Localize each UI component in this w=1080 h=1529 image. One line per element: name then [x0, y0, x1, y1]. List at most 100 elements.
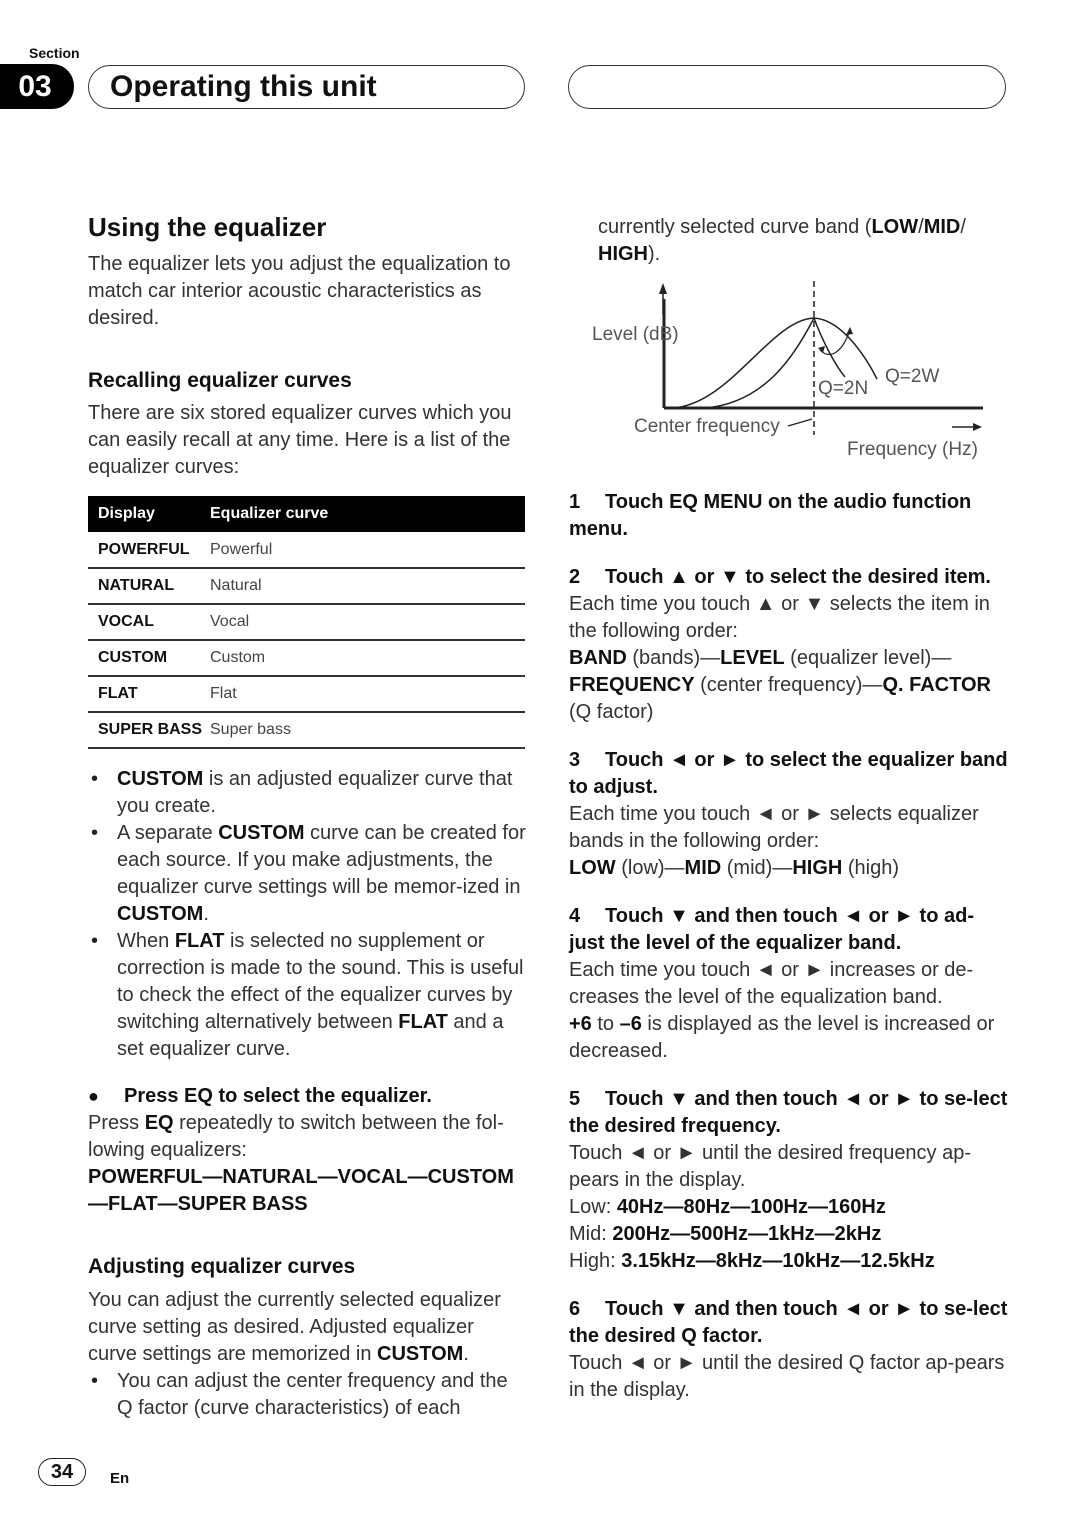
- page-number: 34: [38, 1458, 86, 1486]
- bold-term: CUSTOM: [117, 768, 204, 790]
- step-4: 4 Touch ▼ and then touch ◄ or ► to ad-jus…: [569, 903, 1009, 1065]
- bold-term: LOW: [871, 216, 919, 238]
- step-5: 5 Touch ▼ and then touch ◄ or ► to se-lec…: [569, 1086, 1009, 1275]
- bold-term: CUSTOM: [117, 903, 204, 925]
- bold-term: LEVEL: [720, 647, 785, 669]
- custom-notes-list: CUSTOM is an adjusted equalizer curve th…: [88, 766, 528, 1063]
- cell-curve: Flat: [210, 676, 525, 713]
- freq-label: Low:: [569, 1196, 617, 1218]
- step-number: 2: [569, 566, 581, 588]
- bold-term: EQ: [144, 1112, 174, 1134]
- step-title-text: Touch ▼ and then touch ◄ or ► to se-lect…: [569, 1088, 1008, 1137]
- cell-display: VOCAL: [88, 604, 210, 641]
- text: (mid)—: [721, 857, 793, 879]
- bold-term: HIGH: [792, 857, 843, 879]
- text: (Q factor): [569, 701, 654, 723]
- column-header-curve: Equalizer curve: [210, 496, 525, 532]
- text: to: [591, 1013, 620, 1035]
- page-title: Operating this unit: [110, 70, 377, 103]
- band-order: LOW (low)—MID (mid)—HIGH (high): [569, 855, 1009, 882]
- bold-term: CUSTOM: [377, 1343, 464, 1365]
- round-bullet-icon: ●: [88, 1086, 99, 1106]
- step-title: 3 Touch ◄ or ► to select the equalizer ba…: [569, 747, 1009, 801]
- bold-term: +6: [569, 1013, 592, 1035]
- bold-term: –6: [619, 1013, 642, 1035]
- item-order: BAND (bands)—LEVEL (equalizer level)— FRE…: [569, 645, 1009, 726]
- section-label: Section: [29, 45, 80, 61]
- text: currently selected curve band (: [598, 216, 872, 238]
- q-arrowhead-up-icon: [846, 327, 853, 335]
- equalizer-curve-table: Display Equalizer curve POWERFUL Powerful…: [88, 496, 525, 749]
- step-number: 4: [569, 905, 581, 927]
- bold-term: LOW: [569, 857, 616, 879]
- freq-label: Mid:: [569, 1223, 613, 1245]
- table-row: CUSTOM Custom: [88, 640, 525, 677]
- cell-display: SUPER BASS: [88, 712, 210, 749]
- freq-list-high: High: 3.15kHz—8kHz—10kHz—12.5kHz: [569, 1248, 1009, 1275]
- step-body: Each time you touch ◄ or ► increases or …: [569, 959, 974, 1008]
- table-row: SUPER BASS Super bass: [88, 712, 525, 749]
- frequency-axis-label: Frequency (Hz): [847, 439, 978, 460]
- freq-list-mid: Mid: 200Hz—500Hz—1kHz—2kHz: [569, 1221, 1009, 1248]
- freq-list-low: Low: 40Hz—80Hz—100Hz—160Hz: [569, 1194, 1009, 1221]
- bold-term: FREQUENCY: [569, 674, 695, 696]
- adjust-paragraph: You can adjust the currently selected eq…: [88, 1287, 528, 1368]
- text: (center frequency)—: [694, 674, 883, 696]
- cell-display: NATURAL: [88, 568, 210, 605]
- bold-term: CUSTOM: [218, 822, 305, 844]
- bold-term: MID: [684, 857, 722, 879]
- step-6: 6 Touch ▼ and then touch ◄ or ► to se-lec…: [569, 1296, 1009, 1404]
- cell-curve: Vocal: [210, 604, 525, 641]
- step-title-text: Touch EQ MENU on the audio function menu…: [569, 491, 972, 540]
- equalizer-sequence-line-2: —FLAT—SUPER BASS: [88, 1193, 308, 1215]
- cell-curve: Super bass: [210, 712, 525, 749]
- text: (bands)—: [626, 647, 721, 669]
- press-eq-title-text: Press EQ to select the equalizer.: [124, 1085, 432, 1107]
- q-wide-label: Q=2W: [885, 366, 939, 387]
- table-row: VOCAL Vocal: [88, 604, 525, 641]
- column-header-display: Display: [88, 496, 210, 532]
- text: .: [203, 903, 209, 925]
- equalizer-sequence-line-1: POWERFUL—NATURAL—VOCAL—CUSTOM: [88, 1166, 514, 1188]
- adjust-notes-list: You can adjust the center frequency and …: [88, 1368, 528, 1422]
- cell-display: CUSTOM: [88, 640, 210, 677]
- step-2: 2 Touch ▲ or ▼ to select the desired item…: [569, 564, 1009, 726]
- text: A separate: [117, 822, 219, 844]
- step-number: 5: [569, 1088, 581, 1110]
- language-code: En: [110, 1470, 130, 1487]
- list-item: When FLAT is selected no supplement or c…: [88, 928, 528, 1063]
- freq-values: 3.15kHz—8kHz—10kHz—12.5kHz: [621, 1250, 935, 1272]
- text: (low)—: [615, 857, 685, 879]
- step-1: 1 Touch EQ MENU on the audio function men…: [569, 489, 1009, 543]
- cell-curve: Custom: [210, 640, 525, 677]
- level-axis-label: Level (dB): [592, 324, 679, 345]
- step-number: 3: [569, 749, 581, 771]
- bold-term: BAND: [569, 647, 627, 669]
- table-header-row: Display Equalizer curve: [88, 496, 525, 532]
- step-3: 3 Touch ◄ or ► to select the equalizer ba…: [569, 747, 1009, 882]
- table-row: NATURAL Natural: [88, 568, 525, 605]
- recall-paragraph: There are six stored equalizer curves wh…: [88, 402, 512, 478]
- freq-values: 200Hz—500Hz—1kHz—2kHz: [612, 1223, 882, 1245]
- text: Press: [88, 1112, 145, 1134]
- q-narrow-label: Q=2N: [818, 378, 868, 399]
- step-number: 1: [569, 491, 581, 513]
- frequency-arrowhead-icon: [973, 423, 982, 431]
- press-eq-block: ● Press EQ to select the equalizer. Press…: [88, 1083, 528, 1218]
- empty-title-frame: [568, 65, 1006, 109]
- equalizer-q-diagram: Level (dB) Q=2N Q=2W Center frequency Fr…: [592, 281, 983, 460]
- step-title: 2 Touch ▲ or ▼ to select the desired item…: [569, 564, 1009, 591]
- text: /: [960, 216, 966, 238]
- freq-values: 40Hz—80Hz—100Hz—160Hz: [616, 1196, 886, 1218]
- step-body: Each time you touch ▲ or ▼ selects the i…: [569, 593, 990, 642]
- list-item: A separate CUSTOM curve can be created f…: [88, 820, 528, 928]
- freq-label: High:: [569, 1250, 622, 1272]
- step-body: Each time you touch ◄ or ► selects equal…: [569, 803, 979, 852]
- level-range: +6 to –6 is displayed as the level is in…: [569, 1011, 1009, 1065]
- text: When: [117, 930, 175, 952]
- heading-recalling-curves: Recalling equalizer curves: [88, 369, 352, 392]
- step-body: Touch ◄ or ► until the desired frequency…: [569, 1142, 972, 1191]
- bold-term: HIGH: [598, 243, 648, 265]
- step-title-text: Touch ▲ or ▼ to select the desired item.: [605, 566, 991, 588]
- cell-curve: Powerful: [210, 532, 525, 569]
